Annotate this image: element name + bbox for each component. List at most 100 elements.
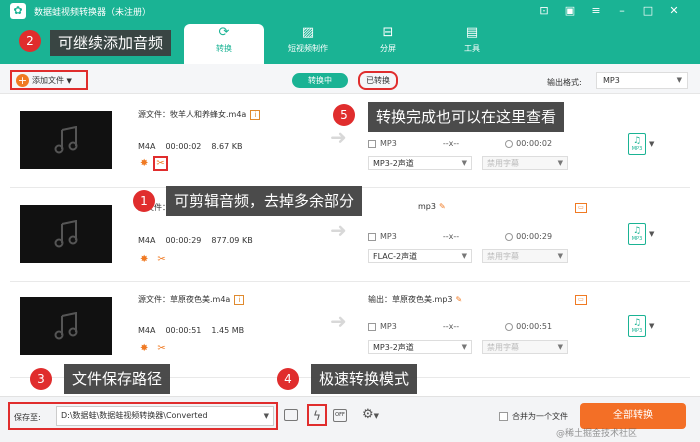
- cut-icon[interactable]: ✂: [153, 156, 168, 171]
- chevron-down-icon: ▼: [557, 252, 563, 260]
- maximize-icon[interactable]: □: [640, 4, 656, 17]
- gift-icon[interactable]: ⊡: [536, 4, 552, 17]
- audio-track-select[interactable]: FLAC-2声道 ▼: [368, 249, 472, 263]
- image-icon[interactable]: ▣: [562, 4, 578, 17]
- clock-icon: [505, 232, 514, 241]
- size: 8.67 KB: [211, 142, 243, 151]
- clock-icon: [505, 322, 514, 331]
- chevron-down-icon: ▼: [557, 159, 563, 167]
- mp3-file-icon[interactable]: ♫ MP3: [628, 223, 646, 245]
- save-path-select[interactable]: D:\数据蛙\数据蛙视频转换器\Converted ▼: [56, 406, 274, 426]
- tab-label: 短视频制作: [288, 44, 328, 53]
- resolution: --x--: [442, 139, 460, 148]
- picture-icon: ▨: [301, 25, 315, 40]
- toolbox-icon: ▤: [465, 25, 479, 40]
- source-text: 源文件：草原夜色美.m4a: [138, 295, 231, 304]
- callout-number: 3: [30, 368, 52, 390]
- merge-option[interactable]: 合并为一个文件: [499, 411, 568, 422]
- format-icon: [368, 139, 376, 148]
- gear-icon[interactable]: ⚙▼: [362, 407, 379, 422]
- watermark: @稀土掘金技术社区: [556, 429, 638, 439]
- effect-icon[interactable]: ✸: [140, 343, 148, 354]
- arrow-icon: ➜: [330, 309, 347, 333]
- format: M4A: [138, 236, 156, 245]
- out-duration: 00:00:51: [516, 322, 553, 331]
- chevron-down-icon[interactable]: ▼: [649, 140, 654, 148]
- format-icon: [368, 232, 376, 241]
- save-to-label: 保存至:: [14, 413, 41, 422]
- speed-mode-icon[interactable]: ϟ: [307, 404, 327, 426]
- output-format-label: 输出格式:: [547, 78, 582, 87]
- info-icon[interactable]: i: [250, 109, 261, 120]
- tab-convert[interactable]: ⟳ 转换: [184, 24, 264, 64]
- minimize-icon[interactable]: –: [614, 4, 630, 17]
- tab-tools[interactable]: ▤ 工具: [432, 24, 512, 64]
- merge-checkbox[interactable]: [499, 412, 508, 421]
- output-filename: 输出：草原夜色美.mp3 ✎: [368, 294, 462, 305]
- cut-icon[interactable]: ✂: [157, 343, 165, 354]
- format: M4A: [138, 326, 156, 335]
- menu-icon[interactable]: ≡: [588, 4, 604, 17]
- audio-thumbnail[interactable]: [20, 111, 112, 169]
- audio-thumbnail[interactable]: [20, 205, 112, 263]
- clock-icon: [505, 139, 514, 148]
- subtitle-value: 禁用字幕: [487, 343, 519, 352]
- subtitle-select[interactable]: 禁用字幕 ▼: [482, 249, 568, 263]
- callout-add-audio: 可继续添加音频: [50, 30, 172, 56]
- mp3-file-icon[interactable]: ♫ MP3: [628, 315, 646, 337]
- subtitle-select[interactable]: 禁用字幕 ▼: [482, 156, 568, 170]
- tab-converting[interactable]: 转换中: [292, 73, 348, 88]
- out-format: MP3: [380, 322, 397, 331]
- output-format-value: MP3: [603, 76, 620, 85]
- audio-thumbnail[interactable]: [20, 297, 112, 355]
- chevron-down-icon[interactable]: ▼: [649, 230, 654, 238]
- split-screen-icon: ⊟: [382, 25, 394, 40]
- callout-trim-audio: 可剪辑音频，去掉多余部分: [166, 186, 363, 216]
- edit-tools: ✸ ✂: [140, 254, 166, 265]
- duration: 00:00:29: [165, 236, 202, 245]
- app-title: 数据蛙视频转换器（未注册）: [34, 8, 152, 18]
- tab-converted[interactable]: 已转换: [358, 71, 398, 90]
- folder-icon[interactable]: [284, 409, 298, 421]
- clip-icon[interactable]: ▭: [575, 203, 587, 213]
- mp3-file-icon[interactable]: ♫ MP3: [628, 133, 646, 155]
- audio-track-value: FLAC-2声道: [373, 252, 418, 261]
- tab-split-screen[interactable]: ⊟ 分屏: [348, 24, 428, 64]
- audio-track-select[interactable]: MP3-2声道 ▼: [368, 340, 472, 354]
- output-format-select[interactable]: MP3 ▼: [596, 72, 688, 89]
- gpu-accel-icon[interactable]: OFF: [333, 409, 347, 422]
- output-filename: mp3 ✎: [418, 202, 446, 211]
- out-format: MP3: [380, 232, 397, 241]
- add-file-button[interactable]: + 添加文件 ▼: [10, 70, 88, 90]
- subtitle-select[interactable]: 禁用字幕 ▼: [482, 340, 568, 354]
- output-meta: MP3 --x-- 00:00:02: [368, 139, 552, 148]
- chevron-down-icon: ▼: [66, 77, 72, 85]
- plus-icon: +: [16, 74, 29, 87]
- info-icon[interactable]: i: [234, 294, 245, 305]
- edit-icon[interactable]: ✎: [439, 202, 446, 211]
- source-text: 源文件：牧羊人和养蜂女.m4a: [138, 110, 247, 119]
- output-text: 输出：草原夜色美.mp3: [368, 295, 453, 304]
- cut-icon[interactable]: ✂: [157, 254, 165, 265]
- arrow-icon: ➜: [330, 125, 347, 149]
- edit-icon[interactable]: ✎: [456, 295, 463, 304]
- callout-number: 2: [19, 30, 41, 52]
- source-meta: M4A 00:00:02 8.67 KB: [138, 142, 253, 151]
- resolution: --x--: [442, 232, 460, 241]
- close-icon[interactable]: ✕: [666, 4, 682, 17]
- chevron-down-icon[interactable]: ▼: [649, 322, 654, 330]
- edit-tools: ✸ ✂: [140, 343, 166, 354]
- callout-save-path: 文件保存路径: [64, 364, 171, 394]
- effect-icon[interactable]: ✸: [140, 254, 148, 265]
- clip-icon[interactable]: ▭: [575, 295, 587, 305]
- tab-label: 分屏: [380, 44, 396, 53]
- format-icon: [368, 322, 376, 331]
- callout-number: 5: [333, 104, 355, 126]
- format: M4A: [138, 142, 156, 151]
- audio-track-select[interactable]: MP3-2声道 ▼: [368, 156, 472, 170]
- effect-icon[interactable]: ✸: [140, 158, 148, 169]
- tab-label: 转换: [216, 44, 232, 53]
- output-meta: MP3 --x-- 00:00:29: [368, 232, 552, 241]
- tab-short-video[interactable]: ▨ 短视频制作: [268, 24, 348, 64]
- add-file-label: 添加文件: [32, 76, 64, 85]
